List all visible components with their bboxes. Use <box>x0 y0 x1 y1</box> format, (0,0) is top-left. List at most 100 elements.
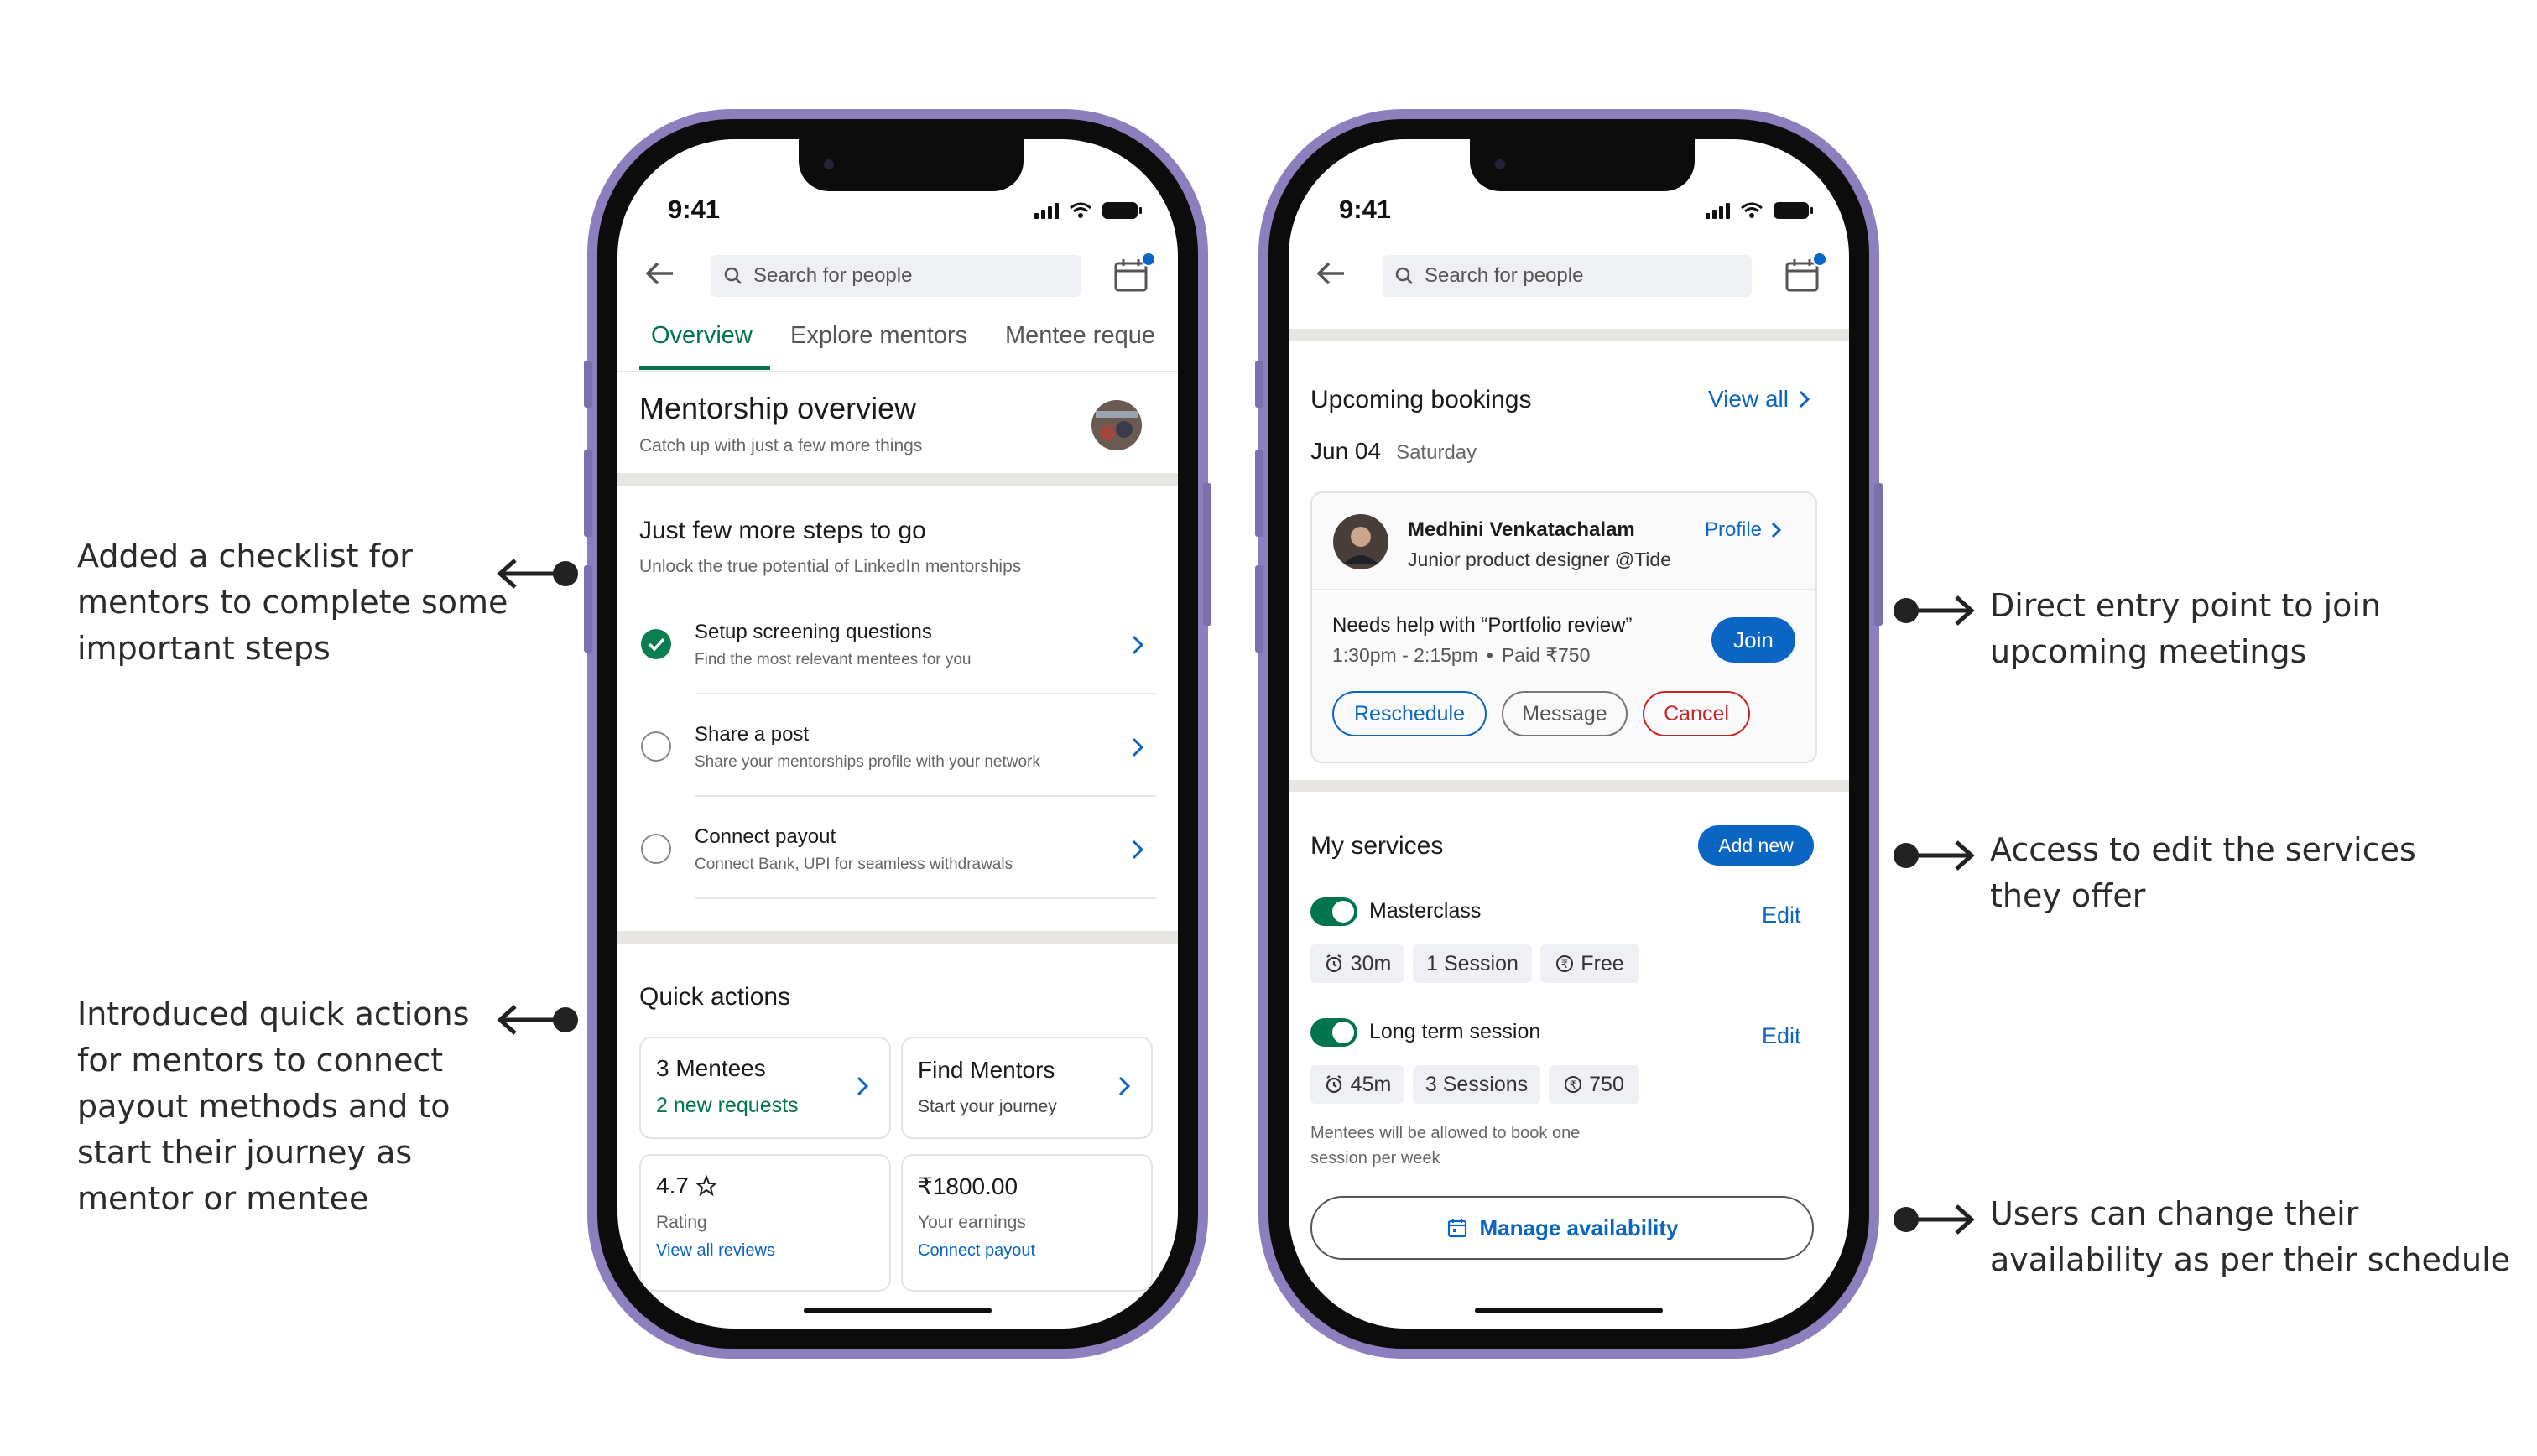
chevron-right-icon <box>1132 635 1144 655</box>
search-placeholder: Search for people <box>753 264 913 287</box>
back-arrow-icon[interactable] <box>1314 257 1347 290</box>
checklist-title: Just few more steps to go <box>639 517 926 544</box>
view-all-reviews-link[interactable]: View all reviews <box>656 1241 775 1261</box>
side-button <box>1874 483 1883 626</box>
tab-explore-mentors[interactable]: Explore mentors <box>790 322 967 350</box>
join-button[interactable]: Join <box>1711 617 1795 663</box>
side-button <box>1255 361 1263 408</box>
reschedule-button[interactable]: Reschedule <box>1332 691 1487 736</box>
services-title: My services <box>1310 832 1444 860</box>
signal-icon <box>1706 202 1730 219</box>
annotation-quick-actions: Introduced quick actions for mentors to … <box>77 996 470 1217</box>
calendar-button[interactable] <box>1784 252 1827 297</box>
star-icon <box>695 1175 717 1197</box>
tab-mentee-requests[interactable]: Mentee reque <box>1005 322 1155 350</box>
screen: 9:41 Search for people Overview Explore … <box>617 139 1178 1329</box>
section-divider <box>617 473 1178 486</box>
mentee-name: Medhini Venkatachalam <box>1408 518 1635 541</box>
phone-overview: 9:41 Search for people Overview Explore … <box>584 109 1211 1359</box>
checklist-item-desc: Connect Bank, UPI for seamless withdrawa… <box>695 855 1013 873</box>
tab-overview[interactable]: Overview <box>651 322 753 350</box>
screen: 9:41 Search for people Upcoming bookings… <box>1289 139 1849 1329</box>
checklist-subtitle: Unlock the true potential of LinkedIn me… <box>639 557 1022 576</box>
divider <box>695 897 1156 899</box>
find-mentors-card[interactable]: Find Mentors Start your journey <box>901 1037 1153 1139</box>
mentees-count: 3 Mentees <box>656 1055 766 1081</box>
status-icons <box>1034 201 1142 220</box>
chevron-right-icon <box>1132 737 1144 757</box>
price-chip: ₹ Free <box>1540 944 1639 983</box>
chevron-right-icon <box>1132 840 1144 860</box>
mentees-card[interactable]: 3 Mentees 2 new requests <box>639 1037 891 1139</box>
section-divider <box>1289 329 1849 341</box>
connect-payout-link[interactable]: Connect payout <box>918 1241 1035 1261</box>
find-mentors-title: Find Mentors <box>918 1057 1055 1083</box>
annotation-join: Direct entry point to join upcoming meet… <box>1990 587 2382 670</box>
side-button <box>584 450 592 537</box>
booking-date: Jun 04 Saturday <box>1310 438 1477 464</box>
check-empty-icon <box>641 731 671 762</box>
arrow-right-icon <box>1894 1204 1975 1235</box>
edit-masterclass-button[interactable]: Edit <box>1762 902 1801 928</box>
clock-icon <box>1326 1075 1341 1094</box>
avatar[interactable] <box>1332 513 1389 570</box>
status-time: 9:41 <box>1339 195 1392 224</box>
side-button <box>584 361 592 408</box>
side-button <box>1255 565 1263 653</box>
divider <box>1312 589 1815 590</box>
mentee-role: Junior product designer @Tide <box>1408 549 1671 570</box>
page-subtitle: Catch up with just a few more things <box>639 436 923 455</box>
chevron-right-icon <box>1118 1076 1131 1096</box>
wifi-icon <box>1070 202 1091 218</box>
add-new-button[interactable]: Add new <box>1698 825 1814 866</box>
masterclass-toggle[interactable] <box>1310 897 1357 926</box>
cancel-button[interactable]: Cancel <box>1643 691 1750 736</box>
long-term-toggle[interactable] <box>1310 1018 1357 1047</box>
svg-text:₹: ₹ <box>1561 959 1568 971</box>
chevron-right-icon <box>857 1076 869 1096</box>
edit-long-term-button[interactable]: Edit <box>1762 1023 1801 1049</box>
top-bar: Search for people <box>617 238 1178 305</box>
new-requests-link[interactable]: 2 new requests <box>656 1094 799 1118</box>
search-icon <box>724 267 742 284</box>
back-arrow-icon[interactable] <box>643 257 676 290</box>
rating-label: Rating <box>656 1213 707 1232</box>
avatar[interactable] <box>1091 399 1143 451</box>
price-chip: ₹ 750 <box>1549 1065 1639 1104</box>
earnings-value: ₹1800.00 <box>918 1173 1018 1199</box>
signal-icon <box>1034 202 1059 219</box>
view-all-link[interactable]: View all <box>1708 386 1810 413</box>
rupee-icon: ₹ <box>1565 1076 1582 1093</box>
find-mentors-sub: Start your journey <box>918 1097 1057 1116</box>
chevron-right-icon <box>1771 522 1782 538</box>
notification-dot <box>1812 252 1827 267</box>
service-name: Long term session <box>1369 1020 1541 1043</box>
search-input[interactable]: Search for people <box>1383 255 1752 297</box>
calendar-button[interactable] <box>1112 252 1156 297</box>
annotation-services: Access to edit the services they offer <box>1990 831 2416 914</box>
status-time: 9:41 <box>668 195 721 224</box>
checklist-item-title: Share a post <box>695 723 810 746</box>
home-indicator <box>804 1308 992 1313</box>
section-divider <box>1289 780 1849 792</box>
profile-link[interactable]: Profile <box>1705 518 1782 542</box>
page-title: Mentorship overview <box>639 391 917 425</box>
home-indicator <box>1475 1308 1663 1313</box>
wifi-icon <box>1741 202 1763 218</box>
side-button <box>584 565 592 653</box>
search-input[interactable]: Search for people <box>711 255 1081 297</box>
check-done-icon <box>641 629 671 659</box>
arrow-right-icon <box>1894 840 1975 871</box>
duration-chip: 45m <box>1310 1065 1404 1104</box>
chevron-right-icon <box>1799 390 1810 408</box>
top-bar: Search for people <box>1289 238 1849 305</box>
manage-availability-button[interactable]: Manage availability <box>1310 1196 1814 1260</box>
message-button[interactable]: Message <box>1502 691 1628 736</box>
earnings-card[interactable]: ₹1800.00 Your earnings Connect payout <box>901 1154 1153 1292</box>
camera-icon <box>824 159 834 169</box>
annotation-checklist: Added a checklist for mentors to complet… <box>77 538 508 667</box>
rating-card[interactable]: 4.7 Rating View all reviews <box>639 1154 891 1292</box>
quick-actions-title: Quick actions <box>639 983 791 1011</box>
checklist-item-desc: Share your mentorships profile with your… <box>695 753 1040 771</box>
arrow-right-icon <box>1894 595 1975 626</box>
